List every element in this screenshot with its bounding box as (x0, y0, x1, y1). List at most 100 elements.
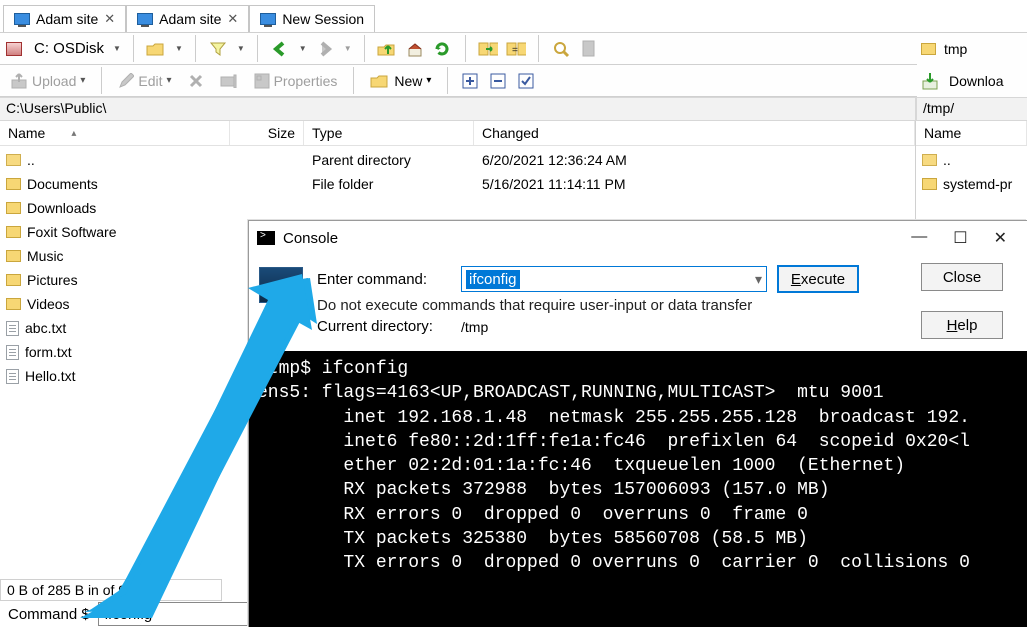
file-icon (6, 345, 19, 360)
folder-icon[interactable] (921, 43, 936, 55)
tab-new-session[interactable]: New Session (249, 5, 375, 32)
dialog-title: Console (283, 230, 903, 247)
close-button[interactable]: Close (921, 263, 1003, 291)
svg-text:=: = (512, 45, 518, 56)
command-row: Command $ (0, 601, 248, 627)
file-icon (6, 369, 19, 384)
local-file-list: .. Documents Downloads Foxit Software Mu… (0, 146, 230, 627)
list-item[interactable]: Hello.txt (0, 364, 230, 388)
edit-button: Edit▾ (114, 71, 175, 91)
col-name[interactable]: Name (916, 121, 1027, 145)
folder-icon (6, 298, 21, 310)
status-bar: 0 B of 285 B in of 9 (0, 579, 222, 601)
enter-command-label: Enter command: (317, 271, 451, 288)
tab-session-2[interactable]: Adam site ✕ (126, 5, 249, 32)
upload-button: Upload▾ (6, 70, 89, 92)
path-bar: C:\Users\Public\ /tmp/ (0, 97, 1027, 121)
console-icon (257, 231, 275, 245)
list-item[interactable]: .. (916, 148, 1027, 172)
host-icon (137, 13, 153, 25)
disk-dropdown[interactable]: C: OSDisk (34, 40, 104, 57)
toolbar-actions: Upload▾ Edit▾ Properties New▾ (0, 65, 1027, 97)
list-item[interactable]: .. (0, 148, 230, 172)
list-item[interactable]: Downloads (0, 196, 230, 220)
close-icon[interactable]: ✕ (104, 11, 115, 27)
folder-icon (6, 202, 21, 214)
folder-icon (6, 226, 21, 238)
remote-toolbar: tmp Downloa (917, 33, 1027, 97)
tab-label: New Session (282, 11, 364, 27)
folder-up-icon[interactable] (377, 39, 397, 59)
list-item[interactable]: Pictures (0, 268, 230, 292)
help-button[interactable]: Help (921, 311, 1003, 339)
download-label[interactable]: Downloa (949, 73, 1003, 89)
console-prompt-icon: >_ (259, 267, 303, 303)
list-item[interactable]: Foxit Software (0, 220, 230, 244)
minimize-icon[interactable]: — (911, 228, 927, 248)
list-item[interactable]: systemd-pr (916, 172, 1027, 196)
file-icon (6, 321, 19, 336)
local-path[interactable]: C:\Users\Public\ (0, 97, 916, 121)
toolbar-navigation: C: OSDisk ▼ ▼ ▼ ▼ ▼ = (0, 33, 1027, 65)
col-changed[interactable]: Changed (474, 121, 915, 145)
file-icon (579, 39, 599, 59)
cwd-value: /tmp (461, 319, 488, 335)
console-hint: Do not execute commands that require use… (317, 297, 752, 314)
session-tabs: Adam site ✕ Adam site ✕ New Session (0, 0, 1027, 33)
folder-icon (6, 274, 21, 286)
tab-label: Adam site (36, 11, 98, 27)
col-size[interactable]: Size (230, 121, 304, 145)
tab-session-1[interactable]: Adam site ✕ (3, 5, 126, 32)
remote-root-label[interactable]: tmp (944, 41, 967, 57)
maximize-icon[interactable]: ☐ (953, 228, 967, 248)
open-folder-icon[interactable] (146, 39, 166, 59)
col-type[interactable]: Type (304, 121, 474, 145)
console-dialog: Console — ☐ ✕ >_ Enter command: ifconfig… (248, 220, 1027, 627)
terminal-output[interactable]: /tmp$ ifconfig ens5: flags=4163<UP,BROAD… (249, 351, 1027, 627)
nav-forward-icon (315, 39, 335, 59)
command-label: Command $ (0, 606, 98, 623)
list-item[interactable]: abc.txt (0, 316, 230, 340)
command-input[interactable] (98, 602, 248, 626)
plus-icon[interactable] (460, 71, 480, 91)
folder-icon (6, 250, 21, 262)
sort-asc-icon: ▴ (71, 128, 76, 139)
delete-button (184, 71, 208, 91)
execute-button[interactable]: Execute (777, 265, 859, 293)
tab-label: Adam site (159, 11, 221, 27)
compare-icon[interactable]: = (506, 39, 526, 59)
col-name[interactable]: Name▴ (0, 121, 230, 145)
host-icon (260, 13, 276, 25)
download-icon[interactable] (921, 72, 941, 90)
folder-up-icon (6, 154, 21, 166)
check-icon[interactable] (516, 71, 536, 91)
minus-icon[interactable] (488, 71, 508, 91)
cwd-label: Current directory: (317, 318, 451, 335)
disk-icon[interactable] (6, 42, 22, 56)
folder-icon (6, 178, 21, 190)
refresh-icon[interactable] (433, 39, 453, 59)
find-icon[interactable] (551, 39, 571, 59)
host-icon (14, 13, 30, 25)
remote-path[interactable]: /tmp/ (916, 97, 1027, 121)
filter-icon[interactable] (208, 39, 228, 59)
folder-up-icon (922, 154, 937, 166)
rename-button (216, 72, 242, 90)
dialog-titlebar[interactable]: Console — ☐ ✕ (249, 221, 1027, 255)
properties-button: Properties (250, 71, 342, 91)
nav-back-icon[interactable] (270, 39, 290, 59)
list-item[interactable]: Music (0, 244, 230, 268)
new-button[interactable]: New▾ (366, 71, 435, 91)
chevron-down-icon[interactable]: ▾ (755, 271, 762, 288)
list-item[interactable]: Documents (0, 172, 230, 196)
chevron-down-icon[interactable]: ▼ (113, 44, 121, 53)
close-icon[interactable]: ✕ (227, 11, 238, 27)
home-icon[interactable] (405, 39, 425, 59)
detail-row: Parent directory6/20/2021 12:36:24 AM (230, 148, 915, 172)
sync-browse-icon[interactable] (478, 39, 498, 59)
command-combobox[interactable]: ifconfig ▾ (461, 266, 767, 292)
list-item[interactable]: form.txt (0, 340, 230, 364)
detail-row: File folder5/16/2021 11:14:11 PM (230, 172, 915, 196)
list-item[interactable]: Videos (0, 292, 230, 316)
close-icon[interactable]: ✕ (994, 228, 1007, 248)
